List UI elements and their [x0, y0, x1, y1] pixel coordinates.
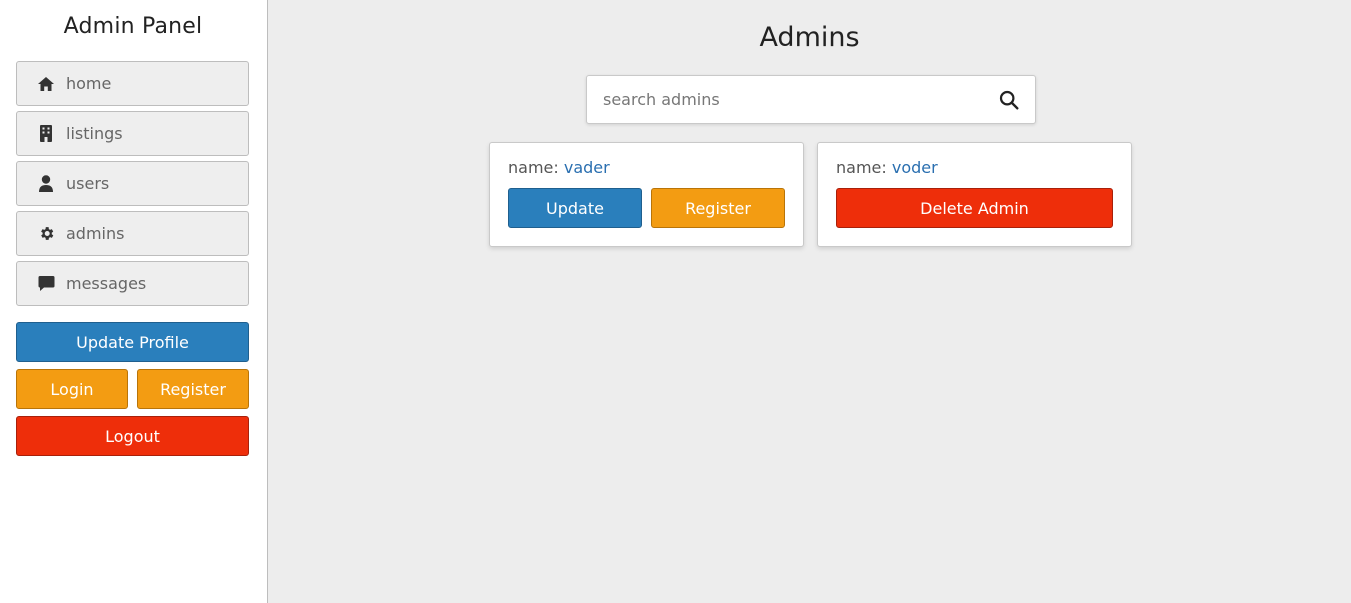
- register-button[interactable]: Register: [137, 369, 249, 409]
- admin-card: name: vader Update Register: [489, 142, 804, 247]
- nav-label: users: [66, 174, 110, 193]
- nav-item-messages[interactable]: messages: [16, 261, 249, 306]
- delete-admin-button[interactable]: Delete Admin: [836, 188, 1113, 228]
- register-button[interactable]: Register: [651, 188, 785, 228]
- message-icon: [37, 275, 55, 293]
- nav-item-home[interactable]: home: [16, 61, 249, 106]
- search-box: [586, 75, 1036, 124]
- admin-name-line: name: vader: [508, 158, 610, 177]
- nav-label: listings: [66, 124, 123, 143]
- gear-icon: [37, 225, 55, 243]
- search-icon[interactable]: [999, 90, 1019, 110]
- update-profile-button[interactable]: Update Profile: [16, 322, 249, 362]
- sidebar: Admin Panel home listings users admins m…: [0, 0, 268, 603]
- logout-button[interactable]: Logout: [16, 416, 249, 456]
- admin-name: voder: [891, 158, 938, 177]
- home-icon: [37, 75, 55, 93]
- login-button[interactable]: Login: [16, 369, 128, 409]
- admin-name: vader: [563, 158, 610, 177]
- nav-item-listings[interactable]: listings: [16, 111, 249, 156]
- building-icon: [37, 125, 55, 143]
- page-title: Admins: [759, 22, 860, 53]
- nav-label: admins: [66, 224, 125, 243]
- admin-card: name: voder Delete Admin: [817, 142, 1132, 247]
- admin-name-line: name: voder: [836, 158, 938, 177]
- search-input[interactable]: [587, 76, 977, 123]
- name-label: name:: [836, 158, 887, 177]
- sidebar-title: Admin Panel: [63, 14, 203, 39]
- name-label: name:: [508, 158, 559, 177]
- update-button[interactable]: Update: [508, 188, 642, 228]
- user-icon: [37, 175, 55, 193]
- nav-label: messages: [66, 274, 147, 293]
- nav-label: home: [66, 74, 112, 93]
- nav-item-users[interactable]: users: [16, 161, 249, 206]
- nav-item-admins[interactable]: admins: [16, 211, 249, 256]
